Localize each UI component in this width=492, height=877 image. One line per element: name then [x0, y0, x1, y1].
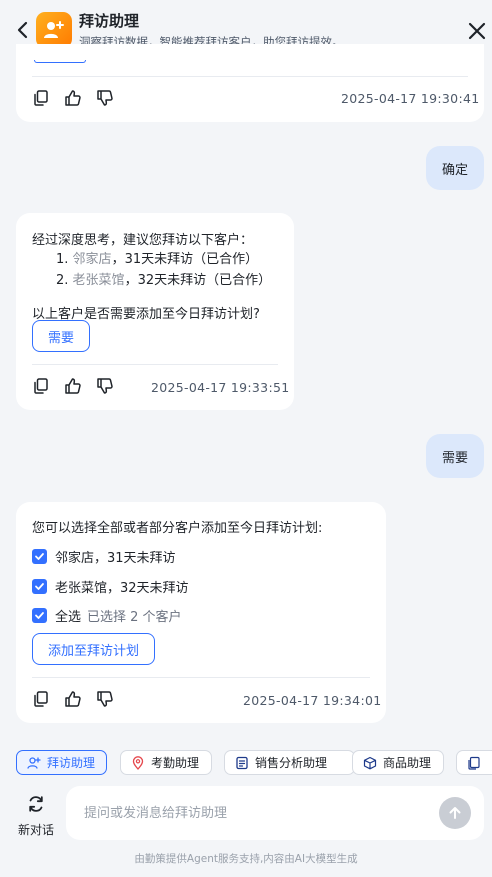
check-icon — [35, 583, 44, 590]
refresh-icon — [29, 796, 43, 812]
user-add-icon — [27, 756, 41, 769]
thumbs-up-icon[interactable] — [64, 377, 82, 395]
message-text: 经过深度思考，建议您拜访以下客户： — [32, 233, 254, 248]
chip-more[interactable] — [456, 750, 492, 775]
thumbs-up-icon[interactable] — [64, 690, 82, 708]
checkbox[interactable] — [32, 579, 47, 594]
location-pin-icon — [132, 755, 144, 770]
message-input[interactable] — [84, 803, 424, 823]
list-item: 1. 邻家店，31天未拜访（已合作） — [56, 248, 258, 267]
checkbox[interactable] — [32, 549, 47, 564]
documents-icon — [468, 756, 480, 770]
chip-product-assistant[interactable]: 商品助理 — [352, 750, 444, 775]
thumbs-up-icon[interactable] — [64, 89, 82, 107]
list-item: 2. 老张菜馆，32天未拜访（已合作） — [56, 269, 271, 288]
list-item-number: 1. — [56, 252, 69, 267]
box-icon — [363, 756, 377, 769]
message-text: 您可以选择全部或者部分客户添加至今日拜访计划: — [32, 521, 323, 536]
customer-detail: ，32天未拜访（已合作） — [124, 273, 272, 288]
message-actions — [32, 690, 114, 708]
list-item-number: 2. — [56, 273, 69, 288]
chip-sales-analysis-assistant[interactable]: 销售分析助理 — [224, 750, 355, 775]
customer-name: 邻家店 — [72, 252, 112, 267]
footer-disclaimer: 由勤策提供Agent服务支持,内容由AI大模型生成 — [134, 853, 358, 865]
select-all-checkbox[interactable] — [32, 608, 47, 623]
chip-attendance-assistant[interactable]: 考勤助理 — [120, 750, 212, 775]
customer-option[interactable]: 老张菜馆，32天未拜访 — [32, 577, 189, 596]
app-logo — [36, 12, 72, 48]
page-title: 拜访助理 — [79, 12, 140, 30]
message-timestamp: 2025-04-17 19:34:01 — [243, 693, 382, 708]
message-actions — [32, 377, 114, 395]
assistant-message-card — [16, 44, 484, 122]
new-chat-button[interactable]: 新对话 — [14, 794, 58, 838]
copy-icon[interactable] — [32, 690, 50, 708]
check-icon — [35, 612, 44, 619]
user-add-icon — [44, 21, 64, 38]
divider — [32, 76, 468, 77]
divider — [32, 364, 278, 365]
message-timestamp: 2025-04-17 19:33:51 — [151, 380, 290, 395]
option-label: 邻家店，31天未拜访 — [55, 551, 176, 566]
need-button[interactable]: 需要 — [32, 320, 90, 352]
copy-icon[interactable] — [32, 89, 50, 107]
message-timestamp: 2025-04-17 19:30:41 — [341, 91, 480, 106]
previous-button-edge[interactable] — [34, 60, 86, 63]
document-chart-icon — [236, 756, 248, 769]
back-arrow-icon[interactable] — [14, 20, 32, 40]
message-composer — [66, 786, 484, 840]
user-message-bubble: 确定 — [426, 146, 484, 190]
divider — [32, 677, 370, 678]
option-label: 老张菜馆，32天未拜访 — [55, 581, 189, 596]
arrow-up-icon — [449, 807, 461, 819]
assistant-chip-bar: 拜访助理 考勤助理 销售分析助理 商品助理 — [16, 750, 492, 776]
selected-count: 已选择 2 个客户 — [87, 610, 182, 625]
thumbs-down-icon[interactable] — [96, 89, 114, 107]
copy-icon[interactable] — [32, 377, 50, 395]
message-actions — [32, 89, 114, 107]
add-to-plan-button[interactable]: 添加至拜访计划 — [32, 633, 155, 665]
chip-label: 销售分析助理 — [255, 756, 328, 770]
customer-detail: ，31天未拜访（已合作） — [111, 252, 259, 267]
select-all-label: 全选 — [55, 610, 82, 625]
chip-visit-assistant[interactable]: 拜访助理 — [16, 750, 107, 775]
new-chat-label: 新对话 — [17, 823, 54, 837]
customer-option[interactable]: 邻家店，31天未拜访 — [32, 547, 176, 566]
chip-label: 商品助理 — [383, 756, 432, 770]
close-icon[interactable] — [466, 20, 488, 42]
user-message-bubble: 需要 — [426, 434, 484, 478]
thumbs-down-icon[interactable] — [96, 690, 114, 708]
check-icon — [35, 553, 44, 560]
select-all-option[interactable]: 全选 已选择 2 个客户 — [32, 606, 182, 625]
chip-label: 拜访助理 — [47, 756, 96, 770]
thumbs-down-icon[interactable] — [96, 377, 114, 395]
chip-label: 考勤助理 — [151, 756, 200, 770]
customer-name: 老张菜馆 — [72, 273, 125, 288]
send-button[interactable] — [439, 797, 471, 829]
